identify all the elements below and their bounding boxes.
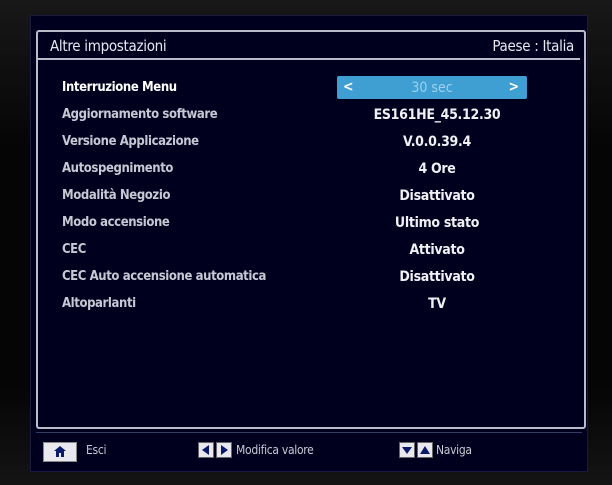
- menu-row-label: Interruzione Menu: [62, 80, 177, 95]
- panel-header: Altre impostazioni Paese : Italia: [38, 32, 580, 60]
- menu-row-aggiornamento-software[interactable]: Aggiornamento software ES161HE_45.12.30: [62, 104, 562, 126]
- edit-value-label: Modifica valore: [236, 443, 314, 457]
- menu-row-value: V.0.0.39.4: [403, 134, 471, 150]
- menu-row-value: TV: [428, 296, 446, 312]
- menu-row-modo-accensione[interactable]: Modo accensione Ultimo stato: [62, 212, 562, 234]
- home-icon: [54, 446, 66, 457]
- menu-row-label: Altoparlanti: [62, 296, 136, 311]
- menu-row-label: Aggiornamento software: [62, 107, 218, 122]
- menu-row-versione-applicazione[interactable]: Versione Applicazione V.0.0.39.4: [62, 131, 562, 153]
- menu-row-value: Attivato: [409, 242, 465, 258]
- home-button[interactable]: [43, 442, 77, 462]
- navigate-label: Naviga: [436, 443, 472, 457]
- menu-row-label: CEC Auto accensione automatica: [62, 269, 266, 284]
- menu-row-value: Ultimo stato: [394, 215, 480, 231]
- menu-row-label: Modo accensione: [62, 215, 170, 230]
- page-title: Altre impostazioni: [50, 37, 167, 55]
- menu-row-modalita-negozio[interactable]: Modalità Negozio Disattivato: [62, 185, 562, 207]
- left-right-keys: [198, 442, 232, 458]
- footer-hints: Esci Modifica valore Naviga: [36, 434, 582, 462]
- menu-row-value: 4 Ore: [418, 161, 456, 177]
- exit-label: Esci: [86, 443, 107, 457]
- menu-row-label: Autospegnimento: [62, 161, 174, 176]
- arrow-right-icon: [216, 442, 232, 458]
- menu-row-altoparlanti[interactable]: Altoparlanti TV: [62, 293, 562, 315]
- menu-row-interruzione-menu[interactable]: Interruzione Menu: [62, 77, 562, 99]
- arrow-left-icon: [198, 442, 214, 458]
- menu-row-value: Disattivato: [399, 188, 475, 204]
- menu-row-label: CEC: [62, 242, 86, 257]
- country-label: Paese : Italia: [492, 37, 574, 55]
- menu-row-value: ES161HE_45.12.30: [373, 107, 501, 123]
- menu-row-value: Disattivato: [399, 269, 475, 285]
- menu-row-label: Modalità Negozio: [62, 188, 171, 203]
- menu-row-cec[interactable]: CEC Attivato: [62, 239, 562, 261]
- arrow-down-icon: [399, 442, 415, 458]
- menu-row-autospegnimento[interactable]: Autospegnimento 4 Ore: [62, 158, 562, 180]
- up-down-keys: [399, 442, 433, 458]
- menu-row-label: Versione Applicazione: [62, 134, 199, 149]
- menu-row-cec-auto-accensione[interactable]: CEC Auto accensione automatica Disattiva…: [62, 266, 562, 288]
- footer-divider: [36, 432, 582, 433]
- arrow-up-icon: [417, 442, 433, 458]
